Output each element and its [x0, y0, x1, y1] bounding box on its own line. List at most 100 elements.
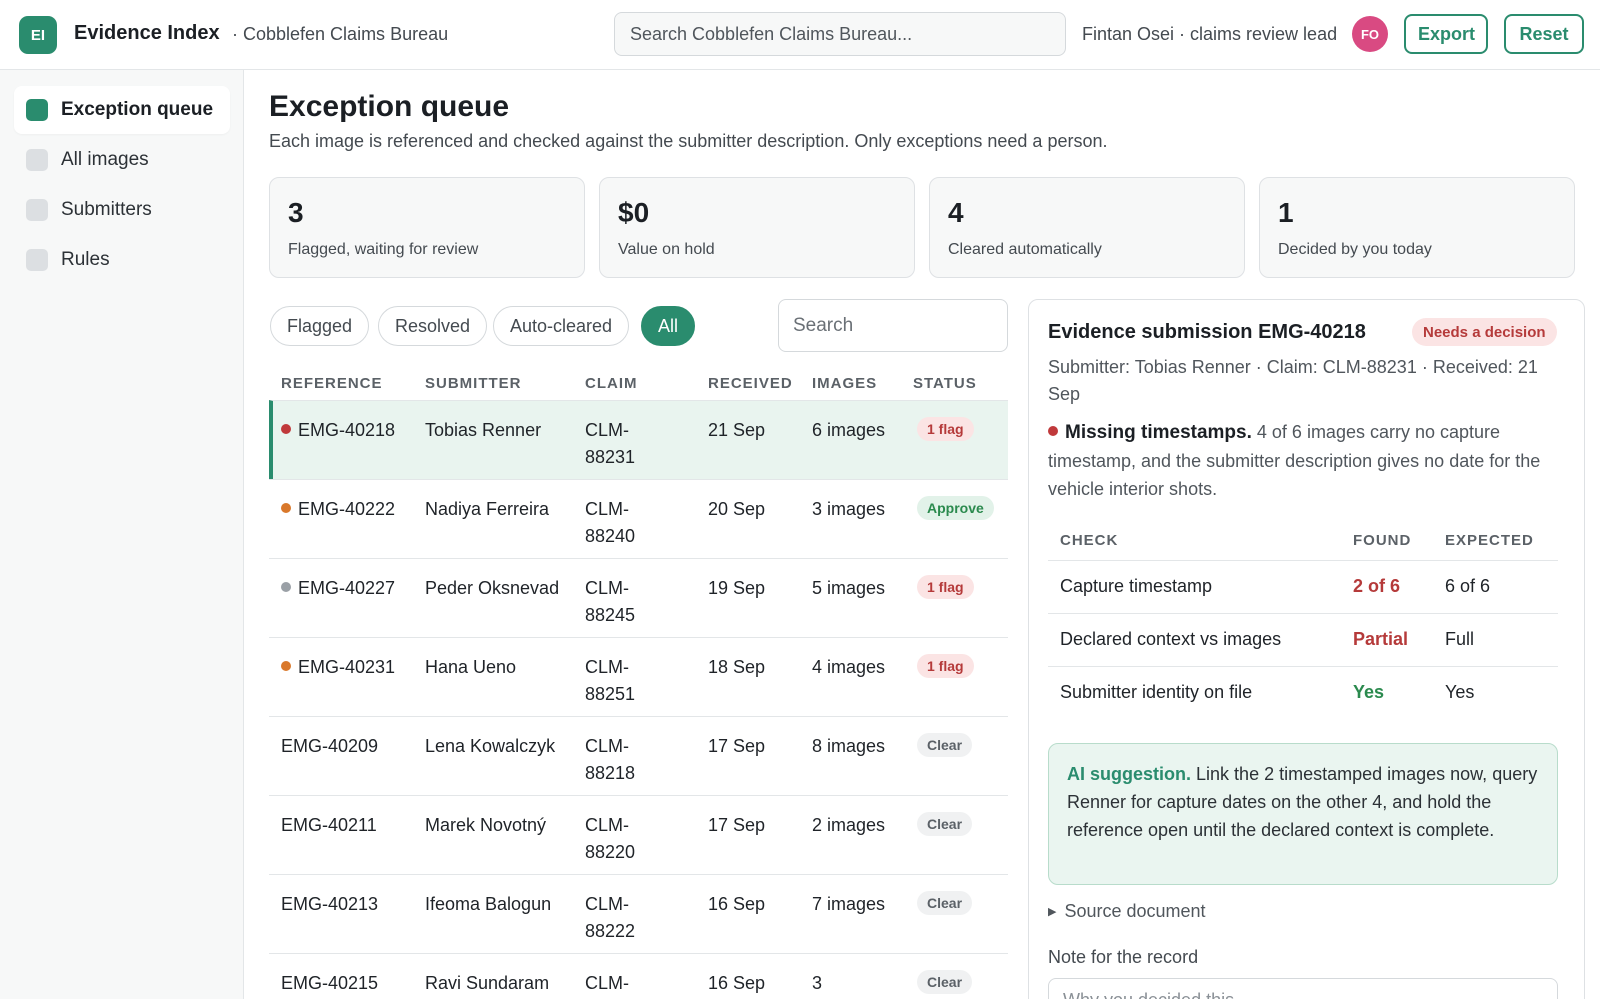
- check-cell-expected: Yes: [1445, 682, 1475, 702]
- stat-value: $0: [618, 197, 650, 228]
- cell-text: EMG-40222: [298, 499, 396, 519]
- sidebar-item-rules[interactable]: Rules: [14, 236, 230, 284]
- org-name: · Cobblefen Claims Bureau: [232, 24, 449, 44]
- cell-claim: CLM-88218: [585, 733, 645, 787]
- cell-text: Nadiya Ferreira: [425, 499, 550, 519]
- status-dot-icon: [281, 661, 291, 671]
- global-search-input[interactable]: [614, 12, 1066, 56]
- cell-text: CLM-88245: [585, 578, 636, 625]
- table-row[interactable]: EMG-40215 Ravi Sundaram CLM- 16 Sep 3 Clear: [269, 953, 1008, 999]
- stat-value: 4: [948, 197, 964, 228]
- check-cell-check: Capture timestamp: [1060, 576, 1213, 596]
- sidebar-item-submitters[interactable]: Submitters: [14, 186, 230, 234]
- cell-ref: EMG-40218: [281, 417, 411, 444]
- avatar[interactable]: FO: [1352, 16, 1388, 52]
- sidebar-item-all-images[interactable]: All images: [14, 136, 230, 184]
- cell-text: CLM-: [585, 973, 629, 993]
- status-dot-icon: [281, 582, 291, 592]
- source-document-toggle[interactable]: ▶ Source document: [1048, 901, 1206, 922]
- column-header-claim[interactable]: CLAIM: [585, 375, 638, 392]
- reset-button[interactable]: Reset: [1504, 14, 1584, 54]
- cell-received: 21 Sep: [708, 417, 798, 444]
- cell-text: CLM-88251: [585, 657, 636, 704]
- cell-submitter: Tobias Renner: [425, 417, 575, 444]
- nav-square-icon: [26, 149, 48, 171]
- cell-text: EMG-40218: [298, 420, 396, 440]
- sidebar-item-label: Exception queue: [61, 99, 214, 120]
- nav-square-icon: [26, 99, 48, 121]
- cell-text: 2 images: [812, 815, 886, 835]
- check-cell-expected: 6 of 6: [1445, 576, 1491, 596]
- cell-received: 17 Sep: [708, 733, 798, 760]
- cell-images: 8 images: [812, 733, 892, 760]
- filter-auto-cleared[interactable]: Auto-cleared: [493, 306, 630, 346]
- check-cell-found: Yes: [1353, 682, 1385, 702]
- filter-flagged[interactable]: Flagged: [270, 306, 370, 346]
- app-title: Evidence Index: [74, 22, 220, 44]
- cell-text: EMG-40211: [281, 815, 377, 835]
- cell-text: 16 Sep: [708, 973, 766, 993]
- cell-text: 16 Sep: [708, 894, 766, 914]
- stat-value: 1: [1278, 197, 1294, 228]
- column-header-reference[interactable]: REFERENCE: [281, 375, 383, 392]
- page-subtitle: Each image is referenced and checked aga…: [269, 131, 1108, 151]
- sidebar: Exception queue All images Submitters Ru…: [0, 70, 244, 999]
- stat-card-decided: 1 Decided by you today: [1259, 177, 1575, 278]
- check-cell-check: Submitter identity on file: [1060, 682, 1253, 702]
- table-row[interactable]: EMG-40222 Nadiya Ferreira CLM-88240 20 Sep 3…: [269, 479, 1008, 558]
- table-search-input[interactable]: [778, 299, 1008, 352]
- cell-text: CLM-88220: [585, 815, 636, 862]
- table-row[interactable]: EMG-40209 Lena Kowalczyk CLM-88218 17 Sep 8 …: [269, 716, 1008, 795]
- stat-card-value-on-hold: $0 Value on hold: [599, 177, 915, 278]
- cell-text: 19 Sep: [708, 578, 766, 598]
- top-bar: EI Evidence Index · Cobblefen Claims Bur…: [0, 0, 1600, 70]
- cell-ref: EMG-40231: [281, 654, 411, 681]
- cell-text: 17 Sep: [708, 736, 766, 756]
- cell-received: 20 Sep: [708, 496, 798, 523]
- table-row[interactable]: EMG-40227 Peder Oksnevad CLM-88245 19 Sep 5 …: [269, 558, 1008, 637]
- status-badge: Clear: [917, 970, 973, 994]
- stat-card-cleared: 4 Cleared automatically: [929, 177, 1245, 278]
- cell-text: Tobias Renner: [425, 420, 542, 440]
- check-row: Capture timestamp 2 of 6 6 of 6: [1048, 560, 1558, 613]
- table-row[interactable]: EMG-40211 Marek Novotný CLM-88220 17 Sep 2 i…: [269, 795, 1008, 874]
- note-input[interactable]: [1048, 978, 1558, 999]
- sidebar-item-exception-queue[interactable]: Exception queue: [14, 86, 230, 134]
- app-logo: EI: [19, 16, 57, 54]
- table-row[interactable]: EMG-40213 Ifeoma Balogun CLM-88222 16 Sep 7 …: [269, 874, 1008, 953]
- cell-text: 20 Sep: [708, 499, 766, 519]
- export-button[interactable]: Export: [1404, 14, 1488, 54]
- check-cell-found: 2 of 6: [1353, 576, 1401, 596]
- cell-images: 7 images: [812, 891, 892, 918]
- cell-submitter: Hana Ueno: [425, 654, 575, 681]
- page-title: Exception queue: [269, 90, 510, 123]
- column-header-submitter[interactable]: SUBMITTER: [425, 375, 522, 392]
- cell-received: 16 Sep: [708, 970, 798, 997]
- status-badge: Approve: [917, 496, 994, 520]
- cell-received: 16 Sep: [708, 891, 798, 918]
- cell-ref: EMG-40227: [281, 575, 411, 602]
- filter-all[interactable]: All: [641, 306, 696, 346]
- sidebar-item-label: All images: [61, 149, 149, 170]
- cell-text: EMG-40231: [298, 657, 396, 677]
- cell-text: 4 images: [812, 657, 886, 677]
- table-row[interactable]: EMG-40218 Tobias Renner CLM-88231 21 Sep 6 i…: [269, 400, 1008, 479]
- stat-value: 3: [288, 197, 304, 228]
- cell-text: 5 images: [812, 578, 886, 598]
- cell-text: 3: [812, 973, 823, 993]
- column-header-status[interactable]: STATUS: [913, 375, 977, 392]
- filter-resolved[interactable]: Resolved: [378, 306, 488, 346]
- detail-title: Evidence submission EMG-40218: [1048, 321, 1366, 343]
- cell-images: 6 images: [812, 417, 892, 444]
- checks-header-check: CHECK: [1060, 532, 1119, 549]
- column-header-received[interactable]: RECEIVED: [708, 375, 793, 392]
- sidebar-item-label: Submitters: [61, 199, 152, 220]
- column-header-images[interactable]: IMAGES: [812, 375, 877, 392]
- cell-text: EMG-40227: [298, 578, 396, 598]
- detail-panel: Evidence submission EMG-40218 Needs a de…: [1028, 299, 1585, 999]
- cell-text: 8 images: [812, 736, 886, 756]
- cell-text: Lena Kowalczyk: [425, 736, 556, 756]
- table-row[interactable]: EMG-40231 Hana Ueno CLM-88251 18 Sep 4 image…: [269, 637, 1008, 716]
- check-row: Declared context vs images Partial Full: [1048, 613, 1558, 666]
- cell-text: Marek Novotný: [425, 815, 547, 835]
